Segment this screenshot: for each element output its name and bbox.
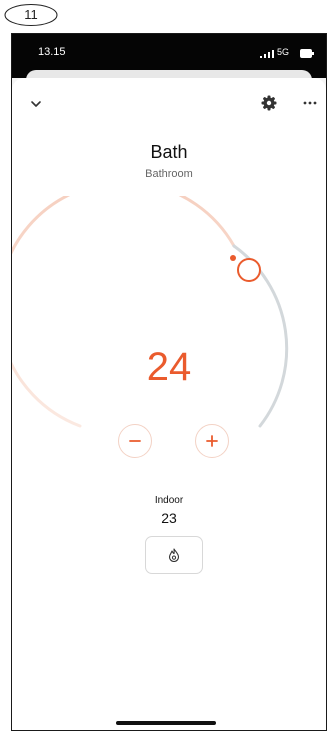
dial-handle <box>237 258 261 282</box>
home-indicator[interactable] <box>116 721 216 725</box>
battery-icon <box>300 49 314 58</box>
dial-track-active <box>12 196 236 428</box>
plus-icon <box>206 435 218 447</box>
room-subtitle: Bathroom <box>145 168 193 180</box>
chevron-down-icon[interactable] <box>28 96 44 112</box>
dial-marker <box>230 255 236 261</box>
flame-icon <box>168 548 180 562</box>
thermostat-sheet: Bath Bathroom 24 Indoor 23 <box>12 78 327 730</box>
step-callout: 11 <box>3 3 59 27</box>
indoor-temperature: 23 <box>161 510 177 526</box>
gear-icon[interactable] <box>260 94 278 112</box>
decrease-button[interactable] <box>118 424 152 458</box>
status-time: 13.15 <box>38 46 66 58</box>
network-label: 5G <box>277 47 290 57</box>
signal-icon <box>260 50 274 58</box>
increase-button[interactable] <box>195 424 229 458</box>
indoor-label: Indoor <box>154 495 184 506</box>
minus-icon <box>129 440 141 442</box>
more-icon[interactable] <box>302 100 318 106</box>
room-title: Bath <box>150 142 188 162</box>
phone-screen: 13.15 5G Bath Bathroom 24 Indoor 23 <box>11 33 327 731</box>
temperature-dial[interactable] <box>12 196 327 456</box>
setpoint-temperature: 24 <box>146 345 192 389</box>
heating-mode-button[interactable] <box>145 536 203 574</box>
callout-number: 11 <box>24 7 38 22</box>
